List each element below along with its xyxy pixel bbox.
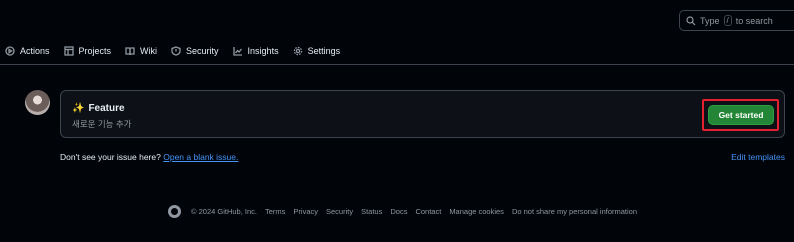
open-blank-issue-link[interactable]: Open a blank issue. [163,152,238,162]
search-shortcut-key: / [723,15,732,26]
footer-link-security[interactable]: Security [326,207,353,216]
blank-issue-line: Don't see your issue here? Open a blank … [60,152,238,162]
nav-actions-label: Actions [20,46,50,56]
play-circle-icon [5,46,15,56]
nav-actions[interactable]: Actions [5,38,50,65]
graph-icon [232,47,242,56]
nav-projects[interactable]: Projects [63,38,112,65]
repo-nav: Actions Projects Wiki Security Insights … [0,38,794,65]
top-header: Type / to search [0,0,794,38]
search-prefix: Type [700,15,720,26]
nav-insights-label: Insights [247,46,279,56]
issue-template-card: ✨ Feature 새로운 기능 추가 [60,90,785,138]
blank-issue-prompt: Don't see your issue here? [60,152,161,162]
search-icon [686,15,696,25]
template-description: 새로운 기능 추가 [72,119,132,129]
book-icon [125,47,135,56]
nav-wiki[interactable]: Wiki [125,38,157,65]
edit-templates-link[interactable]: Edit templates [731,152,785,162]
nav-settings-label: Settings [307,46,341,56]
github-logo-icon[interactable] [168,204,181,218]
gear-icon [293,46,302,56]
get-started-button[interactable]: Get started [708,105,774,125]
nav-settings[interactable]: Settings [293,38,341,65]
shield-icon [171,46,181,56]
nav-projects-label: Projects [78,46,112,56]
sparkles-icon: ✨ [72,103,85,114]
footer-link-do-not-share[interactable]: Do not share my personal information [512,207,637,216]
footer-link-status[interactable]: Status [361,207,382,216]
nav-security-label: Security [186,46,219,56]
footer-link-docs[interactable]: Docs [390,207,407,216]
footer-link-contact[interactable]: Contact [415,207,441,216]
nav-security[interactable]: Security [171,38,219,65]
footer: © 2024 GitHub, Inc. Terms Privacy Securi… [168,204,637,218]
nav-wiki-label: Wiki [140,46,158,56]
avatar [25,90,50,115]
footer-copyright: © 2024 GitHub, Inc. [191,206,257,216]
search-input[interactable]: Type / to search [679,10,794,31]
template-title-text: Feature [88,103,125,114]
table-icon [63,46,74,56]
footer-link-manage-cookies[interactable]: Manage cookies [449,207,504,216]
footer-link-terms[interactable]: Terms [265,207,285,216]
search-suffix: to search [735,15,773,26]
template-title: ✨ Feature [72,103,125,114]
nav-insights[interactable]: Insights [232,38,279,65]
footer-link-privacy[interactable]: Privacy [293,207,318,216]
